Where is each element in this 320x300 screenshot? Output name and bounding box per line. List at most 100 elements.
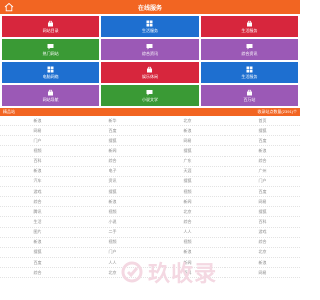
site-link[interactable]: 综合: [150, 217, 225, 228]
site-link[interactable]: 新浪: [0, 116, 75, 127]
site-link[interactable]: 视频: [75, 207, 150, 218]
site-link[interactable]: 门户: [75, 248, 150, 258]
category-tiles: 网站目录 生活服务 生活服务 热门网站 综合资讯 综合资讯 电脑网络 娱乐休闲 生活服务 网站导航…: [0, 14, 300, 106]
bag-icon: [246, 20, 252, 26]
site-link[interactable]: 网易: [225, 197, 300, 208]
tile-label: 小说文学: [141, 96, 158, 102]
tile-label: 综合资讯: [241, 50, 258, 56]
site-link[interactable]: 综合: [75, 157, 150, 167]
site-link[interactable]: 广州: [225, 167, 300, 177]
site-link[interactable]: 新浪: [0, 167, 75, 177]
tile-4[interactable]: 综合资讯: [101, 39, 199, 60]
site-link[interactable]: 游戏: [225, 228, 300, 238]
tile-label: 电脑网络: [42, 73, 59, 79]
site-link[interactable]: 综合: [0, 268, 75, 279]
tile-1[interactable]: 生活服务: [101, 16, 199, 37]
windows-icon: [47, 66, 54, 72]
bag-icon: [48, 89, 54, 95]
site-link[interactable]: 广东: [150, 157, 225, 167]
site-link[interactable]: 搜狐: [150, 146, 225, 157]
tile-10[interactable]: 小说文学: [101, 85, 199, 106]
tile-5[interactable]: 综合资讯: [200, 39, 298, 60]
site-link[interactable]: 搜狐: [225, 126, 300, 137]
site-link[interactable]: 百度: [0, 258, 75, 269]
site-link[interactable]: 新浪: [150, 248, 225, 258]
site-link[interactable]: 首页: [225, 116, 300, 127]
chat-icon: [47, 43, 54, 49]
site-link[interactable]: 搜狐: [75, 187, 150, 198]
site-link[interactable]: 人人: [150, 228, 225, 238]
site-link[interactable]: 新浪: [225, 258, 300, 269]
site-link[interactable]: 北京: [225, 248, 300, 258]
site-link[interactable]: 百科: [225, 217, 300, 228]
site-link[interactable]: 百度: [225, 187, 300, 198]
site-link[interactable]: 生活: [0, 217, 75, 228]
site-link[interactable]: 综合: [225, 238, 300, 248]
windows-icon: [146, 20, 153, 26]
tile-3[interactable]: 热门网站: [2, 39, 100, 60]
site-link[interactable]: 电子: [75, 167, 150, 177]
site-link[interactable]: 综合: [225, 157, 300, 167]
tile-label: 生活服务: [241, 73, 258, 79]
site-grid: 新浪 新华 北京 首页 网易 百度 新浪 搜狐 门户 搜狐 网易 百度 视频 新闻 搜狐 新浪 百科 综合 广东 综合…: [0, 116, 300, 279]
site-link[interactable]: 小说: [75, 217, 150, 228]
site-link[interactable]: 门户: [225, 177, 300, 187]
chat-icon: [146, 89, 153, 95]
site-link[interactable]: 搜狐: [0, 248, 75, 258]
site-link[interactable]: 资讯: [75, 177, 150, 187]
site-link[interactable]: 北京: [150, 207, 225, 218]
site-link[interactable]: 新浪: [75, 197, 150, 208]
site-link[interactable]: 综合: [0, 197, 75, 208]
section-header: 精品站 收录站点数量(2391)个: [0, 108, 300, 116]
bag-icon: [48, 20, 54, 26]
site-link[interactable]: 图片: [0, 228, 75, 238]
site-link[interactable]: 门户: [0, 136, 75, 147]
tile-0[interactable]: 网站目录: [2, 16, 100, 37]
site-link[interactable]: 网易: [0, 126, 75, 137]
tile-label: 热门网站: [42, 50, 59, 56]
section-count: 收录站点数量(2391)个: [257, 109, 297, 114]
bag-icon: [147, 66, 153, 72]
tile-7[interactable]: 娱乐休闲: [101, 62, 199, 83]
tile-label: 网站导航: [42, 96, 59, 102]
site-link[interactable]: 人人: [75, 258, 150, 269]
tile-11[interactable]: 百万站: [200, 85, 298, 106]
tile-9[interactable]: 网站导航: [2, 85, 100, 106]
home-icon[interactable]: [4, 2, 14, 12]
tile-label: 生活服务: [241, 27, 258, 33]
tile-2[interactable]: 生活服务: [200, 16, 298, 37]
site-link[interactable]: 新闻: [150, 258, 225, 269]
site-link[interactable]: 搜狐: [225, 207, 300, 218]
site-link[interactable]: 腾讯: [0, 207, 75, 218]
site-link[interactable]: 新浪: [225, 146, 300, 157]
site-link[interactable]: 北京: [150, 116, 225, 127]
site-link[interactable]: 视频: [150, 187, 225, 198]
site-link[interactable]: 新浪: [0, 238, 75, 248]
site-link[interactable]: 网易: [150, 136, 225, 147]
site-link[interactable]: 视频: [150, 238, 225, 248]
section-title: 精品站: [3, 109, 15, 114]
site-link[interactable]: 百科: [150, 268, 225, 279]
site-link[interactable]: 天涯: [150, 167, 225, 177]
site-link[interactable]: 游戏: [0, 187, 75, 198]
site-link[interactable]: 二手: [75, 228, 150, 238]
site-link[interactable]: 新闻: [75, 146, 150, 157]
site-link[interactable]: 北京: [75, 268, 150, 279]
site-link[interactable]: 视频: [0, 146, 75, 157]
site-link[interactable]: 搜狐: [75, 136, 150, 147]
tile-8[interactable]: 生活服务: [200, 62, 298, 83]
site-link[interactable]: 新浪: [150, 126, 225, 137]
site-link[interactable]: 搜狐: [150, 177, 225, 187]
tile-6[interactable]: 电脑网络: [2, 62, 100, 83]
page-title: 在线服务: [137, 5, 162, 12]
site-link[interactable]: 新华: [75, 116, 150, 127]
site-link[interactable]: 汽车: [0, 177, 75, 187]
site-link[interactable]: 新闻: [150, 197, 225, 208]
site-link[interactable]: 百度: [75, 126, 150, 137]
tile-label: 综合资讯: [141, 50, 158, 56]
site-link[interactable]: 网易: [225, 268, 300, 279]
site-link[interactable]: 百科: [0, 157, 75, 167]
site-link[interactable]: 视频: [75, 238, 150, 248]
site-link[interactable]: 百度: [225, 136, 300, 147]
chat-icon: [246, 43, 253, 49]
